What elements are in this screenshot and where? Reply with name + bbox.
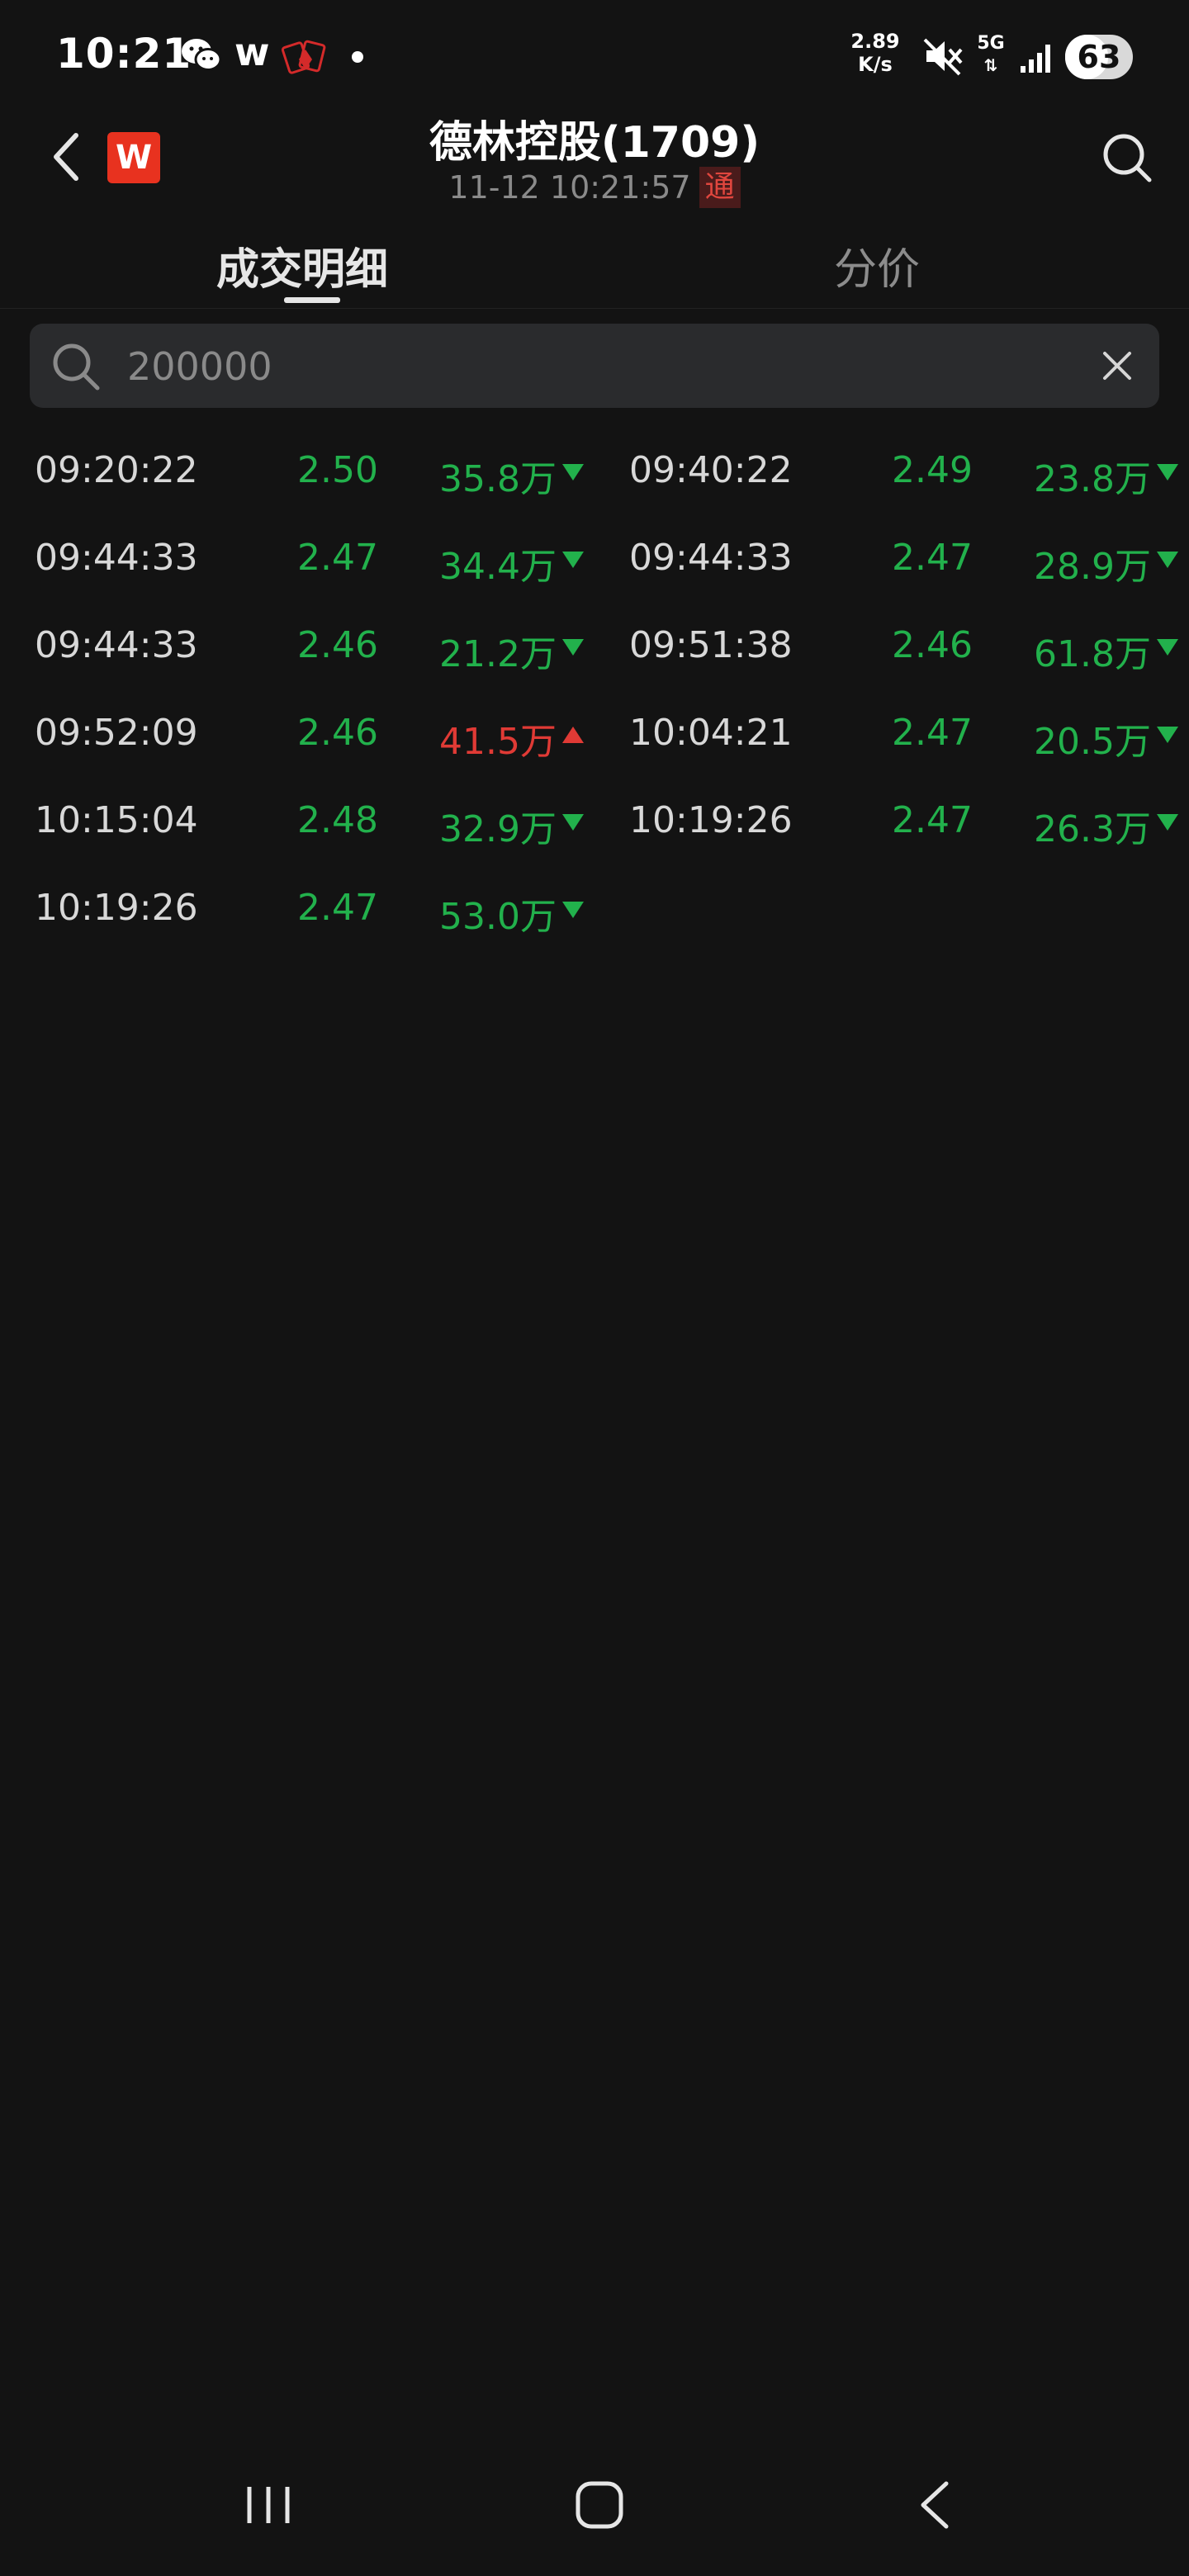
subtitle-row: 11-12 10:21:57 通 — [347, 167, 842, 208]
search-icon[interactable] — [1098, 129, 1156, 187]
trade-item: 10:19:26 2.47 26.3万 — [0, 779, 1189, 862]
tab-price-distribution[interactable]: 分价 — [834, 234, 920, 296]
triangle-down-icon — [1157, 727, 1178, 743]
trade-price: 2.46 — [892, 624, 973, 666]
home-icon[interactable] — [573, 2479, 626, 2531]
system-nav-bar — [0, 2444, 1189, 2576]
network-speed: 2.89 K/s — [850, 30, 900, 76]
trade-price: 2.47 — [892, 799, 973, 841]
triangle-down-icon — [1157, 814, 1178, 831]
volume-filter-input[interactable] — [127, 340, 953, 393]
trade-time: 09:51:38 — [629, 624, 793, 666]
chevron-left-icon — [54, 133, 78, 181]
status-time: 10:21 — [56, 30, 192, 78]
battery-indicator: 63 — [1065, 35, 1133, 79]
connect-badge: 通 — [699, 167, 741, 208]
volume-filter-bar — [30, 324, 1159, 408]
signal-icon — [1021, 45, 1050, 73]
trade-time: 09:44:33 — [629, 537, 793, 579]
triangle-down-icon — [1157, 552, 1178, 568]
network-speed-value: 2.89 — [850, 30, 900, 53]
trade-volume: 23.8万 — [1034, 458, 1151, 500]
cards-icon — [281, 40, 326, 74]
triangle-down-icon — [1157, 639, 1178, 656]
mute-icon — [923, 38, 963, 76]
nav-back-icon[interactable] — [912, 2479, 958, 2531]
data-arrows-icon: ⇅ — [983, 55, 998, 75]
trade-price: 2.47 — [297, 887, 378, 929]
trade-price: 2.47 — [892, 712, 973, 754]
tab-bar: 成交明细 分价 — [0, 223, 1189, 309]
network-speed-unit: K/s — [858, 53, 893, 76]
trade-volume: 53.0万 — [439, 896, 557, 938]
status-bar: 10:21 w 2.89 K/s 5G ⇅ 63 — [0, 0, 1189, 107]
trade-item: 10:19:26 2.47 53.0万 — [0, 867, 1189, 949]
timestamp: 11-12 10:21:57 — [448, 169, 691, 206]
header: W 德林控股(1709) 11-12 10:21:57 通 — [0, 107, 1189, 223]
back-button[interactable] — [41, 124, 91, 190]
close-icon[interactable] — [1097, 345, 1138, 386]
trade-volume: 26.3万 — [1034, 808, 1151, 850]
trade-price: 2.47 — [892, 537, 973, 579]
trade-time: 10:04:21 — [629, 712, 793, 754]
tab-trade-detail[interactable]: 成交明细 — [216, 234, 388, 296]
tab-indicator — [284, 297, 340, 303]
wechat-icon — [182, 39, 222, 71]
trade-time: 10:19:26 — [629, 799, 793, 841]
search-icon — [53, 343, 100, 391]
trade-price: 2.49 — [892, 449, 973, 491]
trade-volume: 28.9万 — [1034, 546, 1151, 588]
app-logo[interactable]: W — [107, 132, 160, 183]
triangle-down-icon — [1157, 464, 1178, 481]
trade-item: 09:51:38 2.46 61.8万 — [0, 604, 1189, 687]
trade-volume: 20.5万 — [1034, 721, 1151, 763]
notification-dot — [352, 51, 363, 63]
trade-item: 09:40:22 2.49 23.8万 — [0, 429, 1189, 512]
recent-apps-icon[interactable] — [239, 2480, 297, 2530]
w-app-icon: w — [234, 30, 270, 74]
trade-item: 09:44:33 2.47 28.9万 — [0, 517, 1189, 599]
network-type-label: 5G — [977, 33, 1005, 54]
battery-level: 63 — [1077, 39, 1121, 75]
trade-time: 09:40:22 — [629, 449, 793, 491]
page-title: 德林控股(1709) — [429, 118, 760, 168]
trade-item: 10:04:21 2.47 20.5万 — [0, 692, 1189, 774]
triangle-down-icon — [562, 902, 584, 918]
network-type: 5G ⇅ — [974, 33, 1007, 76]
trade-volume: 61.8万 — [1034, 633, 1151, 675]
trade-time: 10:19:26 — [35, 887, 198, 929]
trade-detail-screen: 10:21 w 2.89 K/s 5G ⇅ 63 W 德林控股(1709) 11… — [0, 0, 1189, 2576]
